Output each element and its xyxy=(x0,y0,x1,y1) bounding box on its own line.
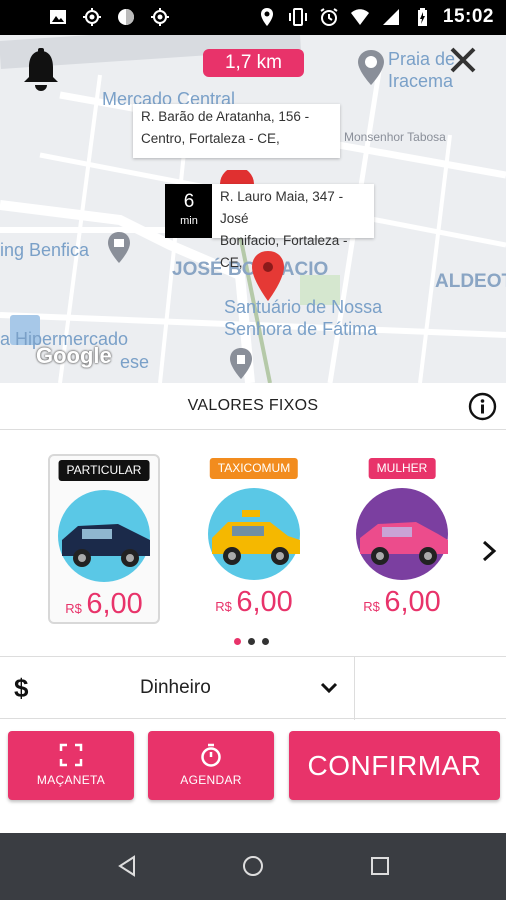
google-logo: Google xyxy=(36,343,112,368)
crosshair-icon xyxy=(151,8,169,26)
vehicle-tag: PARTICULAR xyxy=(58,460,150,481)
eta-box: 6 min xyxy=(165,184,213,238)
vibrate-icon xyxy=(288,8,307,26)
bell-icon[interactable] xyxy=(20,47,62,93)
map-label-santuario-1: Santuário de Nossa xyxy=(224,297,383,317)
circle-icon xyxy=(118,9,134,25)
payment-selector[interactable]: $ Dinheiro xyxy=(0,656,506,720)
shopping-poi-icon[interactable] xyxy=(106,231,132,265)
distance-badge: 1,7 km xyxy=(203,49,304,77)
vehicle-tag: MULHER xyxy=(368,458,436,479)
destination-address-card[interactable]: R. Lauro Maia, 347 - José Bonifacio, For… xyxy=(212,184,374,270)
close-icon[interactable] xyxy=(448,45,478,75)
pager-dot-active[interactable] xyxy=(234,638,241,645)
alarm-icon xyxy=(320,8,338,26)
vehicle-price: R$ 6,00 xyxy=(50,588,158,621)
vehicle-card-mulher[interactable]: MULHER R$ 6,00 xyxy=(346,454,458,624)
price-currency: R$ xyxy=(65,601,82,616)
church-poi-icon[interactable] xyxy=(228,347,254,381)
map-label-santuario-2: Senhora de Fátima xyxy=(224,319,378,339)
car-taxi-icon xyxy=(208,488,300,580)
vehicle-card-taxicomum[interactable]: TAXICOMUM R$ 6,00 xyxy=(198,454,310,624)
price-value: 6,00 xyxy=(86,588,143,620)
vehicle-price: R$ 6,00 xyxy=(198,586,310,619)
eta-unit: min xyxy=(180,215,198,227)
pager-dot[interactable] xyxy=(248,638,255,645)
stopwatch-icon xyxy=(201,743,221,767)
agendar-button[interactable]: AGENDAR xyxy=(148,731,274,800)
map-label-aldeota: ALDEOT xyxy=(435,271,506,292)
dollar-icon: $ xyxy=(14,673,29,703)
divider xyxy=(354,657,355,720)
recents-icon[interactable] xyxy=(368,854,392,878)
back-icon[interactable] xyxy=(115,854,139,878)
pager-dot[interactable] xyxy=(262,638,269,645)
beach-poi-icon[interactable] xyxy=(356,49,386,87)
price-value: 6,00 xyxy=(236,586,293,618)
map-label-praia-2: Iracema xyxy=(388,71,454,91)
vehicle-carousel[interactable]: PARTICULAR R$ 6,00 TAXICOMUM R$ 6,00 MUL… xyxy=(0,430,506,655)
price-currency: R$ xyxy=(215,599,232,614)
car-mulher-icon xyxy=(356,488,448,580)
map-label-tabosa: Monsenhor Tabosa xyxy=(344,130,446,144)
carousel-pager xyxy=(234,638,269,645)
expand-icon xyxy=(59,743,83,767)
origin-address-line2: Centro, Fortaleza - CE, xyxy=(141,131,280,146)
info-icon[interactable] xyxy=(468,392,497,421)
map-label-praia-1: Praia de xyxy=(388,49,456,69)
home-icon[interactable] xyxy=(241,854,265,878)
origin-marker-icon xyxy=(220,170,254,184)
location-icon xyxy=(260,8,273,26)
chevron-right-icon[interactable] xyxy=(481,540,497,562)
map[interactable]: Mercado Central Praia de Iracema ing Ben… xyxy=(0,35,506,383)
fixed-values-title: VALORES FIXOS xyxy=(187,397,319,414)
vehicle-card-particular[interactable]: PARTICULAR R$ 6,00 xyxy=(48,454,160,624)
destination-pin-icon xyxy=(252,251,284,301)
crosshair-icon xyxy=(83,8,101,26)
eta-value: 6 xyxy=(183,191,195,212)
car-particular-icon xyxy=(58,490,150,582)
vehicle-tag: TAXICOMUM xyxy=(209,458,299,479)
vehicle-price: R$ 6,00 xyxy=(346,586,458,619)
macaneta-button[interactable]: MAÇANETA xyxy=(8,731,134,800)
map-label-benfica: ing Benfica xyxy=(0,240,90,260)
confirm-button[interactable]: CONFIRMAR xyxy=(289,731,500,800)
destination-address-line1: R. Lauro Maia, 347 - José xyxy=(220,189,344,226)
chevron-down-icon[interactable] xyxy=(320,681,338,695)
destination-address-line2: Bonifacio, Fortaleza - CE, xyxy=(220,233,348,270)
fixed-values-header: VALORES FIXOS xyxy=(0,383,506,430)
image-icon xyxy=(50,10,66,24)
payment-method[interactable]: Dinheiro xyxy=(140,677,211,699)
clock: 15:02 xyxy=(442,6,494,27)
wifi-icon xyxy=(350,9,369,25)
android-nav-bar xyxy=(0,833,506,900)
origin-address-card[interactable]: R. Barão de Aratanha, 156 - Centro, Fort… xyxy=(133,104,340,158)
macaneta-label: MAÇANETA xyxy=(36,773,106,787)
signal-icon xyxy=(382,9,399,25)
status-bar: 15:02 xyxy=(0,0,506,35)
price-currency: R$ xyxy=(363,599,380,614)
map-label-ese: ese xyxy=(120,352,150,372)
price-value: 6,00 xyxy=(384,586,441,618)
battery-charging-icon xyxy=(417,8,427,26)
agendar-label: AGENDAR xyxy=(180,773,242,787)
origin-address-line1: R. Barão de Aratanha, 156 - xyxy=(141,109,310,124)
